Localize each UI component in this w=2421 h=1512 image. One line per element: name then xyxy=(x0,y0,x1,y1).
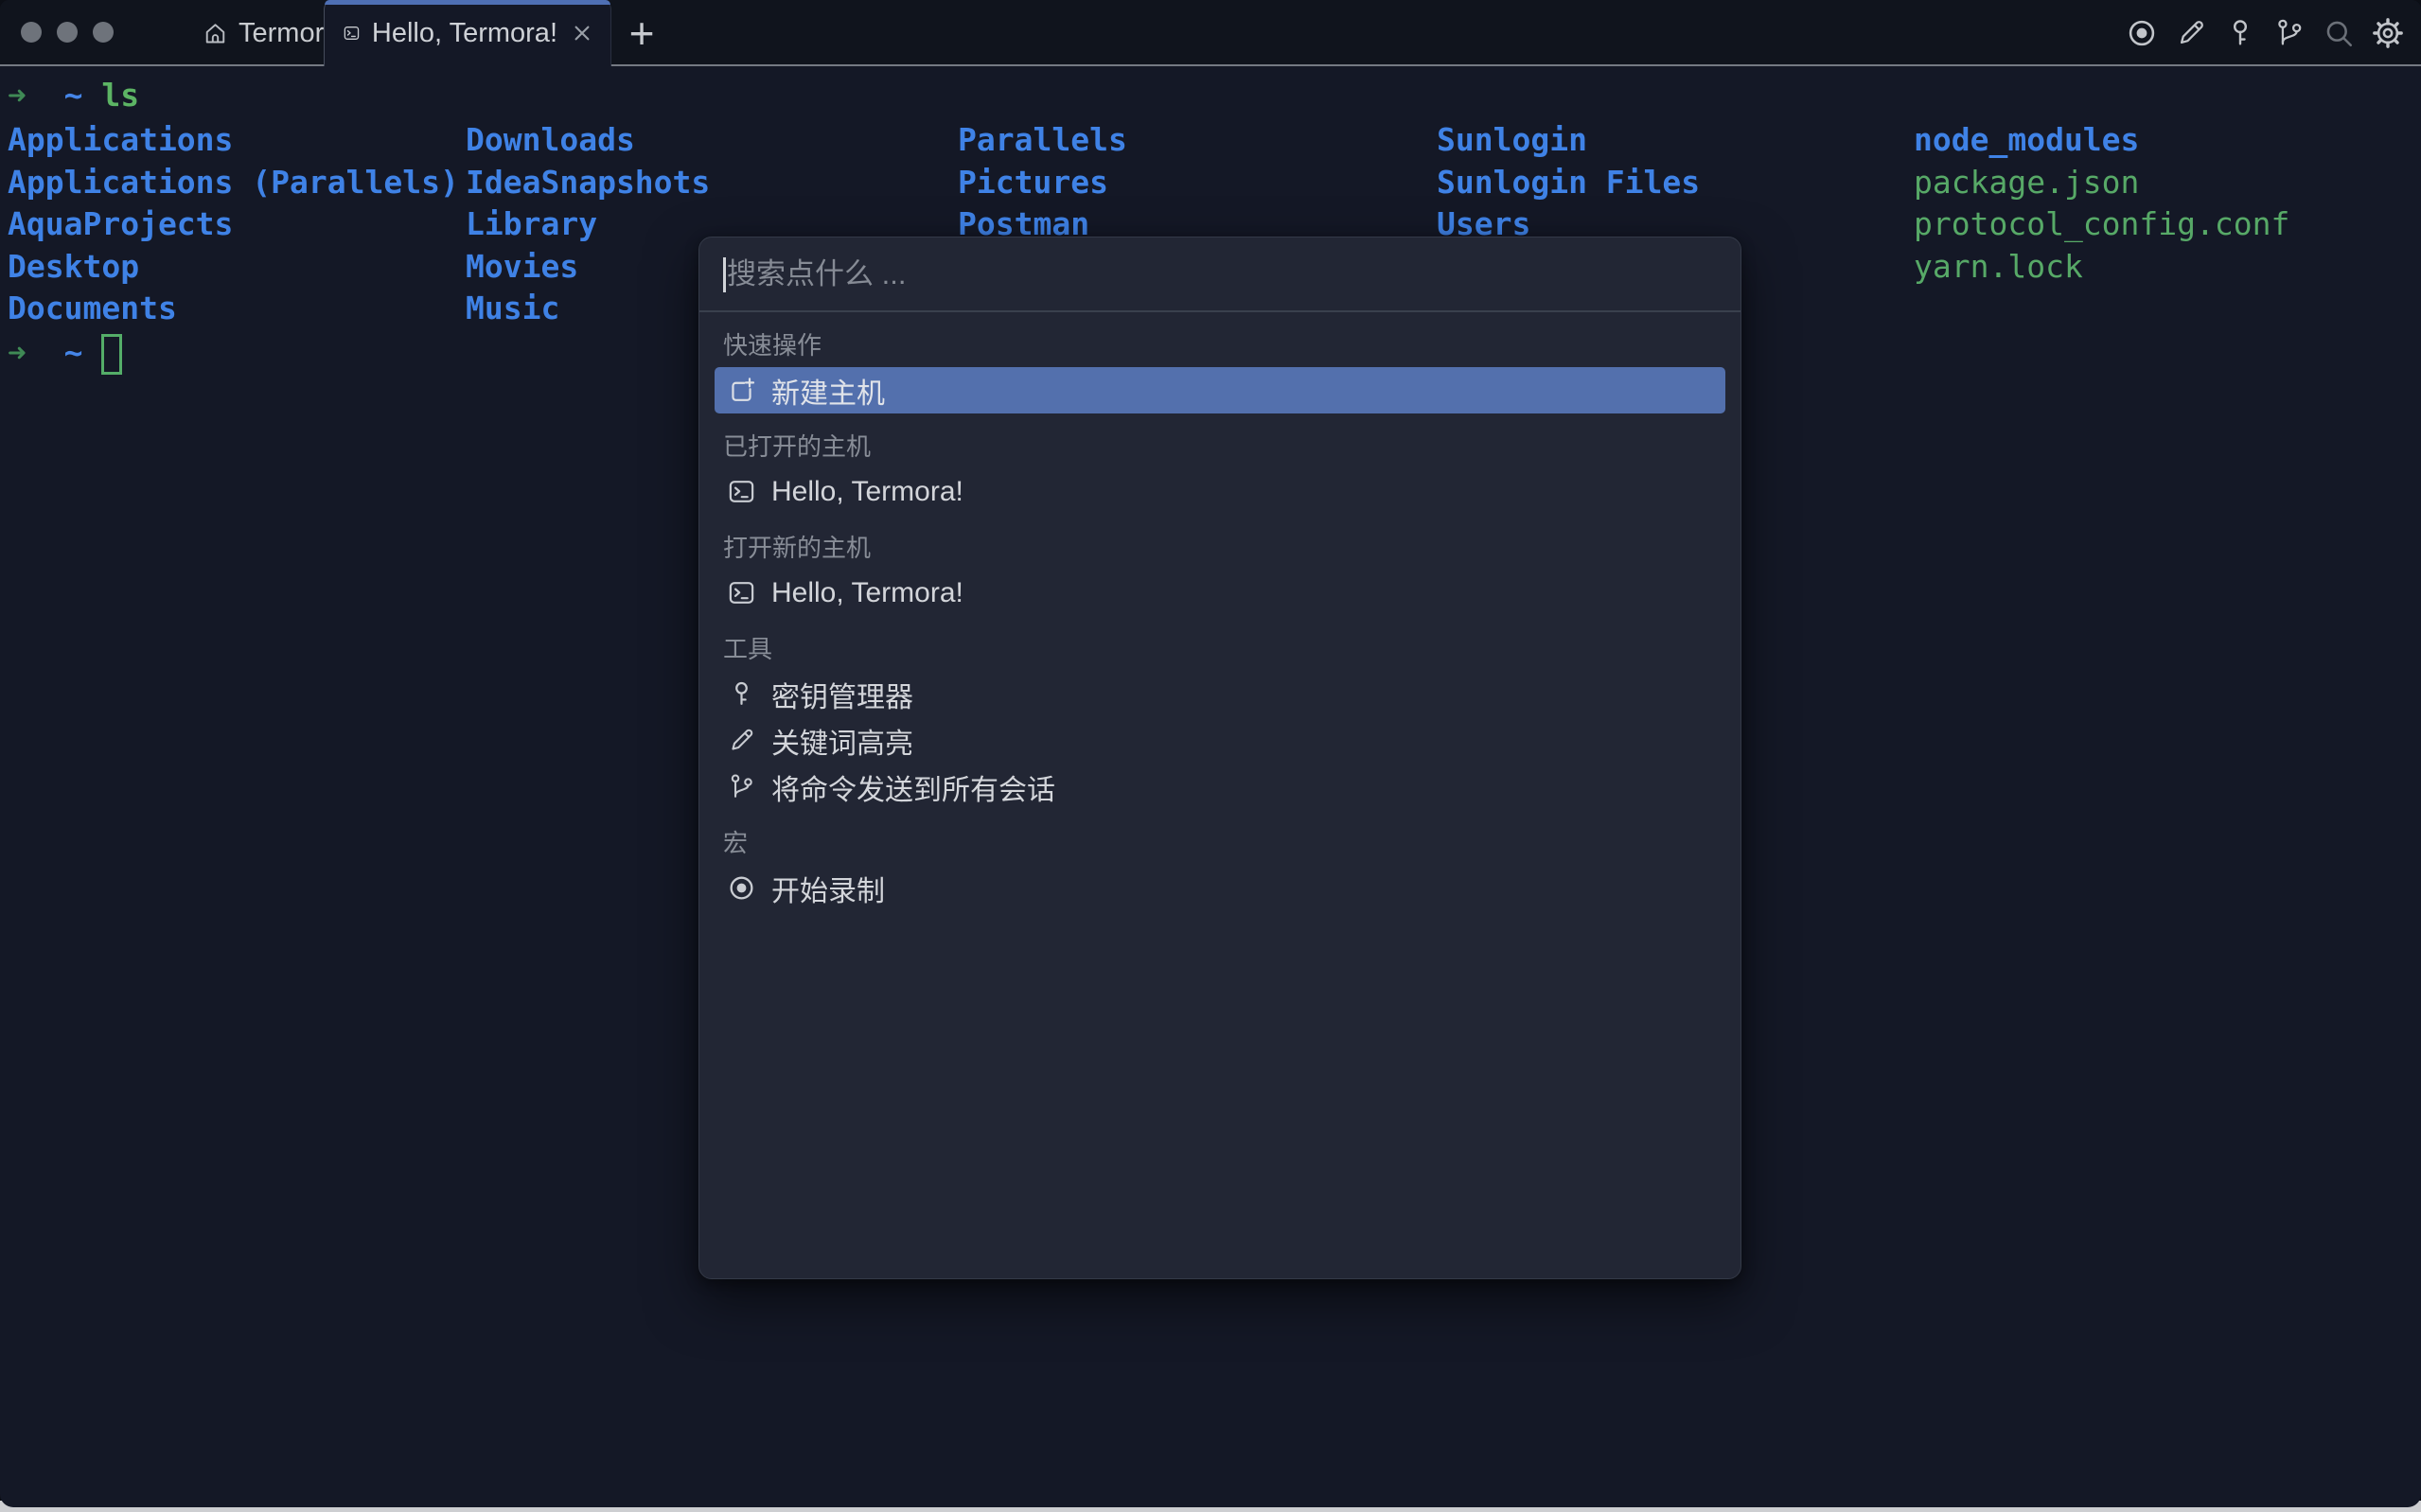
ls-entry: Pictures xyxy=(958,163,1108,201)
record-macro-button[interactable] xyxy=(2126,17,2158,49)
record-icon xyxy=(727,873,756,903)
palette-item-new-host[interactable]: 新建主机 xyxy=(715,367,1725,413)
text-caret xyxy=(723,257,726,292)
prompt-cwd: ~ xyxy=(63,77,83,114)
section-title-open-new-host: 打开新的主机 xyxy=(723,534,872,562)
ls-entry: IdeaSnapshots xyxy=(466,163,711,201)
titlebar-actions xyxy=(2126,0,2404,66)
new-host-icon xyxy=(727,376,756,405)
ls-entry: node_modules xyxy=(1914,121,2140,158)
ls-entry: Parallels xyxy=(958,121,1127,158)
new-tab-button[interactable]: + xyxy=(619,9,664,58)
palette-item-label: Hello, Termora! xyxy=(771,576,963,608)
terminal-cursor xyxy=(101,334,123,375)
key-icon xyxy=(2224,17,2256,49)
palette-item-open-new-host[interactable]: Hello, Termora! xyxy=(715,570,1725,616)
typed-command: ls xyxy=(101,77,140,114)
prompt-arrow: ➜ xyxy=(8,334,27,371)
home-icon xyxy=(203,21,228,46)
traffic-light-maximize[interactable] xyxy=(93,22,114,43)
terminal-icon xyxy=(727,477,756,506)
terminal-icon xyxy=(343,19,361,47)
tab-title: Hello, Termora! xyxy=(371,17,557,48)
terminal-icon xyxy=(727,578,756,607)
command-palette: 快速操作 新建主机 已打开的主机 Hello, Termora! 打开新的主机 … xyxy=(698,237,1741,1279)
gear-icon xyxy=(2372,17,2404,49)
traffic-light-minimize[interactable] xyxy=(57,22,78,43)
search-button[interactable] xyxy=(2323,17,2355,49)
tab-close-button[interactable] xyxy=(569,20,595,46)
ls-entry: Sunlogin xyxy=(1437,121,1587,158)
ls-entry: Movies xyxy=(466,247,579,285)
palette-item-keyword-highlight[interactable]: 关键词高亮 xyxy=(715,717,1725,764)
ls-column: Applications Applications (Parallels) Aq… xyxy=(8,119,459,330)
section-title-macro: 宏 xyxy=(723,829,749,857)
key-icon xyxy=(727,679,756,709)
titlebar: Termora Hello, Termora! + xyxy=(0,0,2421,66)
ls-column: Sunlogin Sunlogin Files Users xyxy=(1437,119,1700,246)
ls-entry: protocol_config.conf xyxy=(1914,205,2290,243)
app-home-button[interactable]: Termora xyxy=(203,0,339,66)
ls-entry: Applications (Parallels) xyxy=(8,163,459,201)
termora-window: Termora Hello, Termora! + ➜ ~ ls Applica… xyxy=(0,0,2421,1507)
ls-entry: Downloads xyxy=(466,121,635,158)
prompt-cwd: ~ xyxy=(63,334,83,371)
section-title-tools: 工具 xyxy=(723,635,773,663)
ls-entry: Sunlogin Files xyxy=(1437,163,1701,201)
palette-search-input[interactable] xyxy=(723,256,1717,291)
keyword-highlight-button[interactable] xyxy=(2175,17,2207,49)
ls-column: Downloads IdeaSnapshots Library Movies M… xyxy=(466,119,710,330)
ls-entry: Desktop xyxy=(8,247,140,285)
section-title-opened-hosts: 已打开的主机 xyxy=(723,432,872,461)
pencil-icon xyxy=(727,726,756,755)
git-branch-icon xyxy=(727,772,756,801)
palette-item-start-recording[interactable]: 开始录制 xyxy=(715,865,1725,911)
ls-entry: package.json xyxy=(1914,163,2140,201)
palette-item-key-manager[interactable]: 密钥管理器 xyxy=(715,671,1725,717)
key-manager-button[interactable] xyxy=(2224,17,2256,49)
palette-item-send-to-all-sessions[interactable]: 将命令发送到所有会话 xyxy=(715,764,1725,810)
ls-entry: AquaProjects xyxy=(8,205,234,243)
prompt-line: ➜ ~ xyxy=(8,330,123,375)
command-line: ➜ ~ ls xyxy=(8,77,139,114)
ls-column: node_modules package.json protocol_confi… xyxy=(1914,119,2289,288)
pencil-icon xyxy=(2175,17,2207,49)
ls-entry: Documents xyxy=(8,290,177,327)
ls-entry: Applications xyxy=(8,121,234,158)
palette-item-opened-host[interactable]: Hello, Termora! xyxy=(715,468,1725,515)
palette-item-label: 关键词高亮 xyxy=(771,728,913,760)
ls-column: Parallels Pictures Postman xyxy=(958,119,1127,246)
search-icon xyxy=(2323,17,2355,49)
section-title-quick-actions: 快速操作 xyxy=(723,331,822,360)
send-to-all-sessions-button[interactable] xyxy=(2273,17,2306,49)
git-branch-icon xyxy=(2273,17,2306,49)
close-icon xyxy=(569,20,595,46)
prompt-arrow: ➜ xyxy=(8,77,27,114)
palette-search-row xyxy=(699,237,1741,312)
settings-button[interactable] xyxy=(2372,17,2404,49)
palette-item-label: 将命令发送到所有会话 xyxy=(771,774,1055,806)
palette-item-label: Hello, Termora! xyxy=(771,475,963,507)
ls-entry: Music xyxy=(466,290,560,327)
palette-item-label: 新建主机 xyxy=(771,378,885,410)
ls-entry: yarn.lock xyxy=(1914,247,2083,285)
traffic-light-close[interactable] xyxy=(21,22,42,43)
palette-item-label: 开始录制 xyxy=(771,875,885,907)
ls-entry: Library xyxy=(466,205,598,243)
palette-item-label: 密钥管理器 xyxy=(771,681,913,713)
tab-hello-termora[interactable]: Hello, Termora! xyxy=(324,0,611,66)
record-icon xyxy=(2126,17,2158,49)
